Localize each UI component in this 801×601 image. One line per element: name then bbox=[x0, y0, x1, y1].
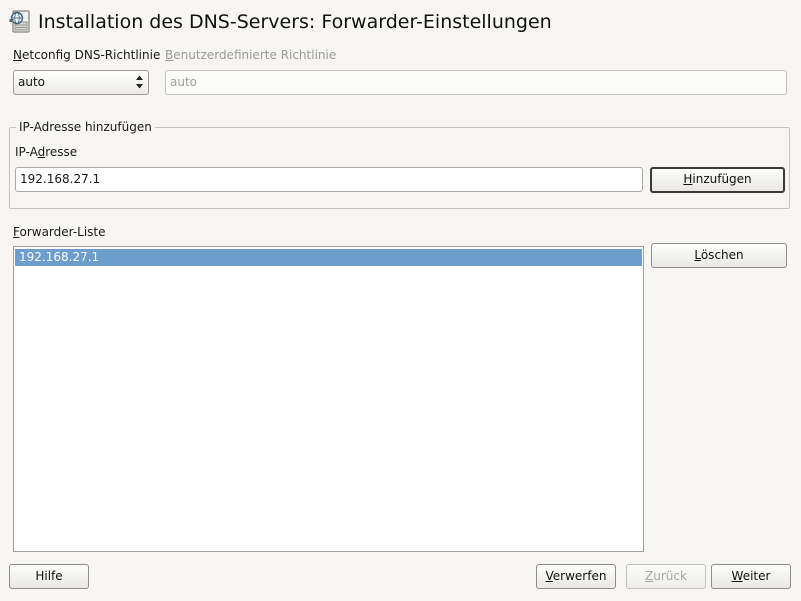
next-button[interactable]: Weiter bbox=[711, 564, 791, 589]
netconfig-policy-value: auto bbox=[18, 75, 46, 89]
ip-address-label: IP-Adresse bbox=[15, 145, 78, 159]
ip-address-input[interactable] bbox=[20, 168, 642, 191]
forwarder-list-label: Forwarder-Liste bbox=[13, 225, 106, 239]
forwarder-list-item-selected[interactable]: 192.168.27.1 bbox=[15, 249, 642, 266]
back-button[interactable]: Zurück bbox=[626, 564, 706, 589]
custom-policy-input[interactable] bbox=[170, 71, 786, 94]
page-title: Installation des DNS-Servers: Forwarder-… bbox=[38, 11, 552, 33]
add-ip-group-title: IP-Adresse hinzufügen bbox=[16, 120, 155, 135]
add-button[interactable]: Hinzufügen bbox=[650, 167, 785, 193]
help-button[interactable]: Hilfe bbox=[9, 564, 89, 589]
updown-arrows-icon bbox=[136, 75, 143, 89]
dns-server-app-icon bbox=[9, 10, 31, 34]
discard-button[interactable]: Verwerfen bbox=[536, 564, 616, 589]
custom-policy-field[interactable] bbox=[165, 70, 787, 95]
netconfig-policy-select[interactable]: auto bbox=[13, 70, 149, 95]
forwarder-list[interactable]: 192.168.27.1 bbox=[13, 246, 644, 552]
custom-policy-label: Benutzerdefinierte Richtlinie bbox=[165, 48, 337, 62]
ip-address-field[interactable] bbox=[15, 167, 643, 192]
delete-button[interactable]: Löschen bbox=[651, 243, 787, 268]
netconfig-policy-label: Netconfig DNS-Richtlinie bbox=[13, 48, 161, 62]
